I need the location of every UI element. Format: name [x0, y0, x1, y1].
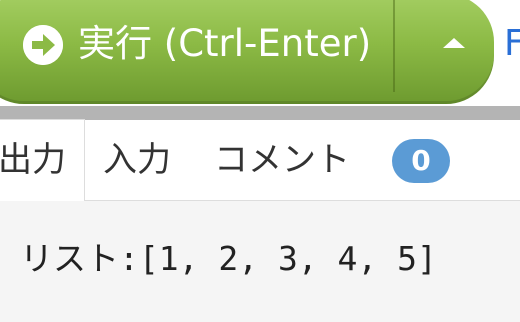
tab-input[interactable]: 入力: [103, 120, 171, 200]
run-button-group: 実行 (Ctrl-Enter): [0, 0, 494, 104]
tab-output[interactable]: 出力: [0, 119, 85, 201]
run-button[interactable]: 実行 (Ctrl-Enter): [0, 0, 392, 98]
arrow-circle-right-icon: [23, 25, 63, 65]
tab-comments-label: コメント: [214, 140, 350, 180]
output-pane: リスト:[1, 2, 3, 4, 5]: [0, 201, 520, 322]
tab-input-label: 入力: [103, 140, 171, 180]
toolbar-separator: [0, 106, 520, 120]
editor-panel: 実行 (Ctrl-Enter) F 出力 入力 コメント 0 リスト:[1, 2…: [0, 0, 520, 322]
tab-output-label: 出力: [0, 140, 66, 180]
run-button-label: 実行 (Ctrl-Enter): [78, 22, 372, 65]
output-text: リスト:[1, 2, 3, 4, 5]: [20, 239, 437, 278]
comment-count-badge: 0: [392, 139, 450, 183]
tab-bar: 出力 入力 コメント 0: [0, 119, 520, 201]
tab-comments[interactable]: コメント: [214, 120, 350, 200]
caret-up-icon: [443, 38, 465, 48]
run-options-dropdown-button[interactable]: [395, 0, 492, 98]
partial-link[interactable]: F: [504, 20, 520, 68]
